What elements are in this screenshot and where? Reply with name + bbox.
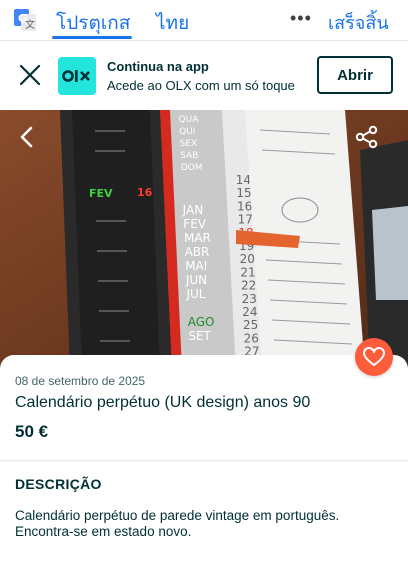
calendar-month-label: AGO — [188, 315, 215, 329]
banner-title: Continua na app — [107, 59, 209, 74]
back-arrow-icon[interactable] — [14, 124, 40, 150]
calendar-month-label: QUA — [179, 115, 200, 125]
app-install-banner: Continua na app Acede ao OLX com um só t… — [0, 40, 408, 110]
calendar-day-number: 23 — [242, 292, 257, 306]
calendar-photo-image: FEV 16 QUAQUISEXSABDOMJANFEVMARABRMAIJUN… — [0, 110, 408, 370]
calendar-day-number: 17 — [238, 213, 253, 227]
listing-title: Calendário perpétuo (UK design) anos 90 — [15, 394, 311, 411]
calendar-month-label: MAR — [184, 231, 211, 245]
olx-logo — [58, 57, 96, 95]
tab-source-language[interactable]: โปรตุเกส — [56, 8, 130, 38]
calendar-month-label: ABR — [185, 245, 210, 259]
google-translate-icon[interactable]: G 文 — [14, 9, 36, 31]
share-icon[interactable] — [354, 124, 380, 150]
banner-subtitle: Acede ao OLX com um só toque — [107, 78, 295, 93]
listing-date: 08 de setembro de 2025 — [15, 374, 146, 388]
svg-text:文: 文 — [25, 18, 35, 31]
calendar-day-number: 26 — [244, 331, 259, 345]
active-tab-indicator — [52, 36, 132, 39]
calendar-day-number: 15 — [236, 186, 251, 200]
favorite-button[interactable] — [355, 338, 393, 376]
calendar-month-label: JUL — [185, 287, 205, 301]
calendar-day-number: 24 — [242, 305, 257, 319]
left-strip-day: 16 — [137, 186, 153, 199]
listing-price: 50 € — [15, 422, 49, 441]
calendar-day-number: 14 — [236, 173, 251, 187]
calendar-day-number: 20 — [240, 252, 255, 266]
calendar-month-label: FEV — [183, 217, 206, 231]
calendar-month-label: QUI — [179, 127, 195, 137]
left-strip-month: FEV — [89, 187, 113, 200]
calendar-day-number: 21 — [240, 265, 255, 279]
description-heading: DESCRIÇÃO — [15, 476, 102, 492]
listing-photo[interactable]: FEV 16 QUA QUI SEX SAB DOM JAN FEV MAR ABR MAI JUN… — [0, 110, 408, 370]
calendar-month-label: JAN — [182, 203, 204, 217]
translate-bar: G 文 โปรตุเกส ไทย ••• เสร็จสิ้น — [0, 0, 408, 40]
calendar-day-number: 16 — [237, 199, 252, 213]
calendar-month-label: DOM — [181, 163, 203, 173]
done-button[interactable]: เสร็จสิ้น — [328, 8, 389, 37]
description-line: Encontra-se em estado novo. — [15, 524, 192, 539]
open-app-button[interactable]: Abrir — [317, 56, 393, 94]
section-divider — [0, 460, 408, 461]
calendar-day-number: 25 — [243, 318, 258, 332]
calendar-month-label: JUN — [185, 273, 207, 287]
description-line: Calendário perpétuo de parede vintage em… — [15, 508, 340, 523]
calendar-month-label: MAI — [185, 259, 207, 273]
olx-logo-mark — [62, 70, 90, 82]
close-icon[interactable] — [18, 63, 42, 87]
more-options-icon[interactable]: ••• — [290, 8, 312, 29]
calendar-month-label: SAB — [180, 151, 198, 161]
tab-target-language[interactable]: ไทย — [156, 8, 189, 38]
calendar-day-number: 22 — [241, 279, 256, 293]
calendar-month-label: SET — [188, 329, 211, 343]
heart-icon — [363, 347, 385, 367]
calendar-month-label: SEX — [180, 139, 198, 149]
